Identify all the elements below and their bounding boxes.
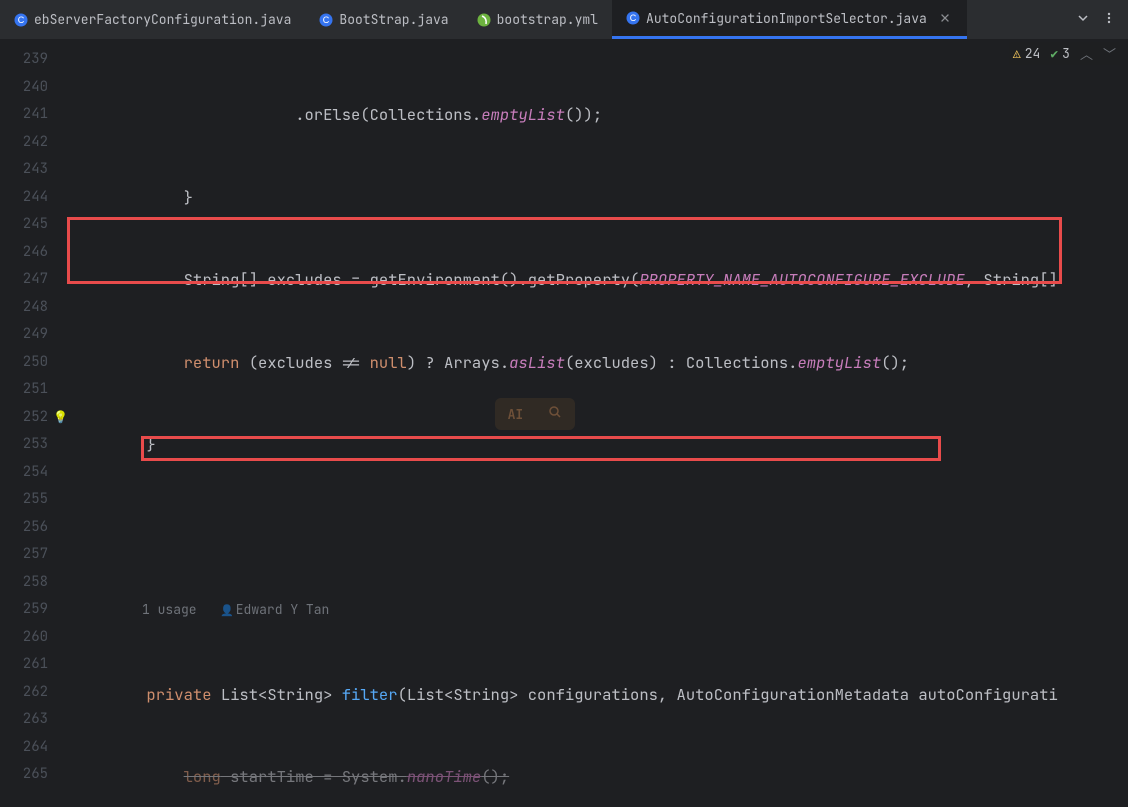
tab-webserverfactoryconfiguration[interactable]: C ebServerFactoryConfiguration.java <box>0 0 305 39</box>
line-number[interactable]: 245 <box>0 211 70 239</box>
tab-bootstrap-yml[interactable]: bootstrap.yml <box>463 0 612 39</box>
line-number[interactable]: 256 <box>0 514 70 542</box>
search-icon <box>548 405 562 423</box>
code-lens[interactable]: 1 usage Edward Y Tan <box>70 596 1128 626</box>
line-number[interactable]: 254 <box>0 459 70 487</box>
line-number[interactable]: 259 <box>0 596 70 624</box>
line-number[interactable]: 253 <box>0 431 70 459</box>
code-line: .orElse(Collections.emptyList()); <box>70 101 1128 129</box>
code-line: private List<String> filter(List<String>… <box>70 681 1128 709</box>
more-icon[interactable] <box>1102 9 1116 30</box>
prev-highlight-icon[interactable]: ︿ <box>1080 44 1093 63</box>
line-number-gutter[interactable]: 239 240 241 242 243 244 245 246 247 248 … <box>0 40 70 807</box>
ok-count[interactable]: 3 <box>1050 45 1070 62</box>
tab-autoconfigurationimportselector[interactable]: C AutoConfigurationImportSelector.java <box>612 0 967 39</box>
line-number[interactable]: 240 <box>0 74 70 102</box>
class-icon: C <box>626 11 640 25</box>
warnings-count[interactable]: 24 <box>1013 45 1040 62</box>
code-line: return (excludes != null) ? Arrays.asLis… <box>70 349 1128 377</box>
tabs-actions <box>1076 9 1128 30</box>
spring-icon <box>477 13 491 27</box>
line-number[interactable]: 246 <box>0 239 70 267</box>
code-line: } <box>70 184 1128 212</box>
svg-text:C: C <box>323 15 330 25</box>
line-number[interactable]: 247 <box>0 266 70 294</box>
line-number[interactable]: 264 <box>0 734 70 762</box>
line-number[interactable]: 248 <box>0 294 70 322</box>
line-number[interactable]: 252 <box>0 404 70 432</box>
line-number[interactable]: 263 <box>0 706 70 734</box>
line-number[interactable]: 262 <box>0 679 70 707</box>
class-icon: C <box>14 13 28 27</box>
line-number[interactable]: 242 <box>0 129 70 157</box>
svg-text:C: C <box>18 15 25 25</box>
code-line: String[] excludes = getEnvironment().get… <box>70 266 1128 294</box>
line-number[interactable]: 257 <box>0 541 70 569</box>
line-number[interactable]: 258 <box>0 569 70 597</box>
code-editor[interactable]: .orElse(Collections.emptyList()); } Stri… <box>70 40 1128 807</box>
line-number[interactable]: 251 <box>0 376 70 404</box>
tab-label: AutoConfigurationImportSelector.java <box>646 10 927 27</box>
editor-area: 24 3 ︿ ﹀ AI 239 240 241 242 243 244 245 … <box>0 40 1128 807</box>
tab-label: bootstrap.yml <box>497 11 598 28</box>
code-line <box>70 514 1128 542</box>
line-number[interactable]: 250 <box>0 349 70 377</box>
inspection-widget[interactable]: 24 3 ︿ ﹀ <box>1009 42 1120 65</box>
line-number[interactable]: 243 <box>0 156 70 184</box>
ai-icon: AI <box>508 406 524 423</box>
line-number[interactable]: 261 <box>0 651 70 679</box>
chevron-down-icon[interactable] <box>1076 9 1090 30</box>
ai-action-widget[interactable]: AI <box>495 398 575 430</box>
line-number[interactable]: 265 <box>0 761 70 789</box>
editor-tabs-bar: C ebServerFactoryConfiguration.java C Bo… <box>0 0 1128 40</box>
svg-text:C: C <box>630 13 637 23</box>
line-number[interactable]: 255 <box>0 486 70 514</box>
code-line: } <box>70 431 1128 459</box>
line-number[interactable]: 239 <box>0 46 70 74</box>
tab-label: BootStrap.java <box>339 11 448 28</box>
line-number[interactable]: 244 <box>0 184 70 212</box>
class-icon: C <box>319 13 333 27</box>
line-number[interactable]: 241 <box>0 101 70 129</box>
line-number[interactable]: 249 <box>0 321 70 349</box>
close-icon[interactable] <box>939 11 953 25</box>
tab-label: ebServerFactoryConfiguration.java <box>34 11 291 28</box>
code-line: long startTime = System.nanoTime(); <box>70 763 1128 791</box>
tab-bootstrap-java[interactable]: C BootStrap.java <box>305 0 462 39</box>
next-highlight-icon[interactable]: ﹀ <box>1103 44 1116 63</box>
line-number[interactable]: 260 <box>0 624 70 652</box>
